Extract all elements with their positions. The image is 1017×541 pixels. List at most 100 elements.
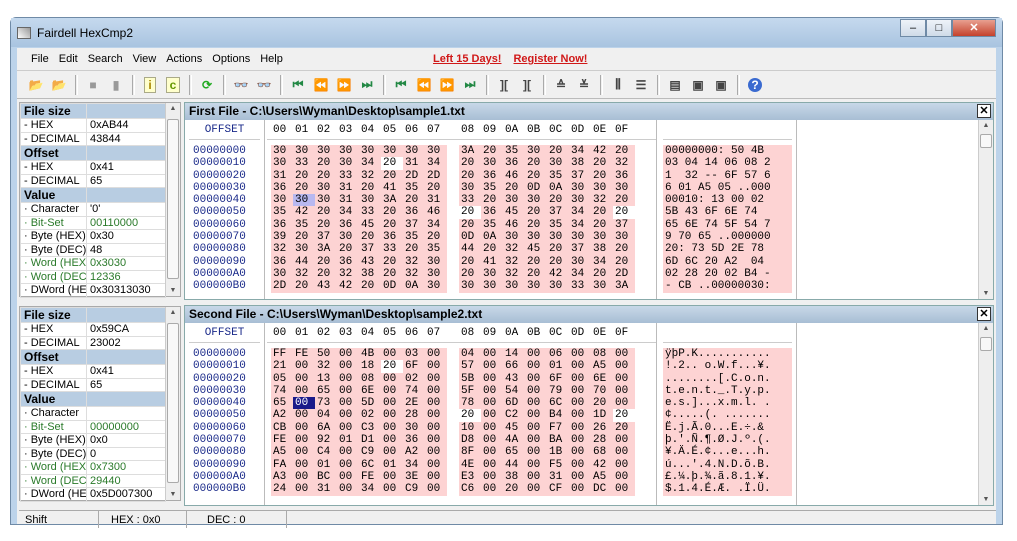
hex-byte[interactable]: 20	[547, 243, 569, 256]
hex-byte[interactable]: 20	[525, 169, 547, 182]
hex-byte[interactable]: 3E	[403, 470, 425, 484]
scroll-up-arrow-icon[interactable]: ▲	[166, 309, 180, 316]
hex-byte[interactable]: 01	[337, 434, 359, 447]
hex-byte[interactable]: 6F	[547, 372, 569, 385]
copy-button[interactable]: ▮	[107, 76, 125, 94]
hex-byte[interactable]: 73	[315, 397, 337, 410]
hex-byte[interactable]: 20	[315, 206, 337, 219]
export-button[interactable]: ▣	[689, 76, 707, 94]
hex-byte[interactable]: 00	[613, 483, 635, 496]
hex-byte[interactable]: 00	[569, 384, 591, 398]
hex-byte[interactable]: 01	[547, 360, 569, 373]
menu-options[interactable]: Options	[212, 53, 250, 65]
hex-byte[interactable]: 41	[481, 255, 503, 268]
hex-byte[interactable]: 45	[503, 421, 525, 435]
hex-byte[interactable]: 35	[481, 218, 503, 232]
hex-byte[interactable]: 6C	[359, 458, 381, 471]
hex-byte[interactable]: 37	[613, 218, 635, 232]
hex-byte[interactable]: 00	[569, 409, 591, 422]
hex-byte[interactable]: 00	[525, 409, 547, 422]
hex-byte[interactable]: 20	[425, 181, 447, 195]
hex-byte[interactable]: 44	[459, 243, 481, 256]
hex-byte[interactable]: 20	[315, 267, 337, 281]
hex-byte[interactable]: 20	[525, 255, 547, 268]
hex-byte[interactable]: 20	[359, 181, 381, 195]
hex-byte[interactable]: 30	[525, 280, 547, 293]
hex-byte[interactable]: FE	[271, 434, 293, 447]
hex-byte[interactable]: 00	[481, 348, 503, 361]
sync-left-button[interactable]: ][	[495, 76, 513, 94]
hex-byte[interactable]: 30	[525, 145, 547, 158]
ascii-column[interactable]: 00000000: 50 4B 03 04 14 06 08 21 32 -- …	[659, 120, 797, 299]
hex-byte[interactable]: 33	[359, 206, 381, 219]
hex-byte[interactable]: 31	[337, 181, 359, 195]
hex-byte[interactable]: 00	[569, 360, 591, 373]
hex-byte[interactable]: 42	[591, 145, 613, 158]
hex-byte[interactable]: 70	[591, 384, 613, 398]
hex-byte[interactable]: 1D	[591, 409, 613, 422]
hex-byte[interactable]: 02	[403, 372, 425, 385]
hex-byte[interactable]: 20	[591, 169, 613, 182]
hex-byte[interactable]: 20	[613, 206, 635, 219]
hex-byte[interactable]: 30	[293, 145, 315, 158]
hex-byte[interactable]: 57	[459, 360, 481, 373]
hex-byte[interactable]: 41	[381, 181, 403, 195]
hex-byte[interactable]: 00	[481, 360, 503, 373]
scroll-thumb[interactable]	[167, 119, 179, 279]
scroll-up-arrow-icon[interactable]: ▲	[979, 122, 993, 129]
hex-byte[interactable]: C9	[359, 446, 381, 459]
hex-byte[interactable]: 10	[459, 421, 481, 435]
hex-byte[interactable]: 38	[359, 267, 381, 281]
hex-byte[interactable]: 00	[381, 409, 403, 422]
hex-byte[interactable]: 00	[293, 470, 315, 484]
hex-byte[interactable]: 43	[503, 372, 525, 385]
hex-byte[interactable]: 00	[569, 483, 591, 496]
hex-byte[interactable]: 30	[547, 157, 569, 170]
prev-diff-button[interactable]: ⏪	[312, 76, 330, 94]
menu-edit[interactable]: Edit	[59, 53, 78, 65]
hex-byte[interactable]: 20	[613, 243, 635, 256]
hex-byte[interactable]: 20	[591, 397, 613, 410]
hex-byte[interactable]: 20	[293, 169, 315, 182]
hex-byte[interactable]: 20	[315, 255, 337, 268]
hex-byte[interactable]: A2	[403, 446, 425, 459]
hex-byte[interactable]: 00	[293, 372, 315, 385]
menu-file[interactable]: File	[31, 53, 49, 65]
hex-byte[interactable]: 00	[337, 409, 359, 422]
hex-byte[interactable]: 00	[613, 434, 635, 447]
hex-byte[interactable]: 00	[293, 397, 315, 410]
hex-byte[interactable]: 20	[525, 267, 547, 281]
hex-byte[interactable]: 20	[481, 243, 503, 256]
scroll-down-arrow-icon[interactable]: ▼	[166, 287, 180, 294]
hex-byte[interactable]: 00	[481, 384, 503, 398]
hex-byte[interactable]: 34	[569, 145, 591, 158]
hex-byte[interactable]: 20	[293, 280, 315, 293]
hex-byte[interactable]: 30	[591, 181, 613, 195]
hex-byte[interactable]: 00	[293, 421, 315, 435]
next-diff-button[interactable]: ⏩	[335, 76, 353, 94]
hex-byte[interactable]: 3A	[459, 145, 481, 158]
hex-byte[interactable]: FE	[359, 470, 381, 484]
hex-byte[interactable]: 4A	[503, 434, 525, 447]
hex-byte[interactable]: 00	[569, 434, 591, 447]
hex-byte[interactable]: 20	[425, 231, 447, 244]
hex-byte[interactable]: 30	[425, 267, 447, 281]
hex-byte[interactable]: 54	[503, 384, 525, 398]
hex-byte[interactable]: 2D	[271, 280, 293, 293]
hex-byte[interactable]: 20	[381, 169, 403, 182]
hex-byte[interactable]: 00	[381, 348, 403, 361]
menu-actions[interactable]: Actions	[166, 53, 202, 65]
info-button[interactable]: i	[141, 76, 159, 94]
hex-column[interactable]: 00 01 02 03 04 05 06 07 08 09 0A 0B 0C 0D 0E 0F FF FE 50 00…	[267, 323, 657, 505]
hex-byte[interactable]: 30	[403, 421, 425, 435]
hex-byte[interactable]: 20	[459, 157, 481, 170]
hex-byte[interactable]: 34	[425, 218, 447, 232]
hex-byte[interactable]: 00	[381, 446, 403, 459]
hex-byte[interactable]: 5B	[459, 372, 481, 385]
hex-byte[interactable]: 30	[503, 280, 525, 293]
hex-byte[interactable]: 35	[425, 243, 447, 256]
hex-byte[interactable]: 20	[381, 206, 403, 219]
scroll-down-arrow-icon[interactable]: ▼	[979, 496, 993, 503]
hex-byte[interactable]: 32	[613, 157, 635, 170]
hex-byte[interactable]: D1	[359, 434, 381, 447]
